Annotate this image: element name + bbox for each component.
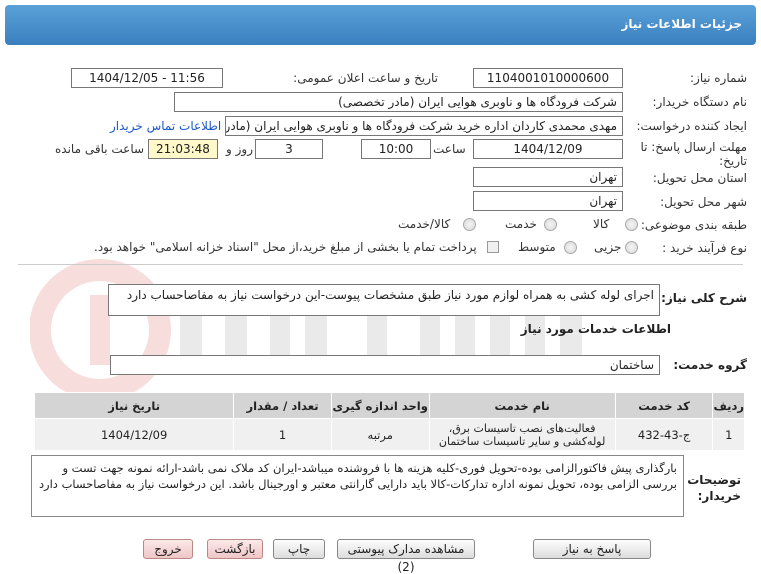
need-summary-label: شرح کلی نیاز: bbox=[661, 291, 747, 305]
category-radio-goods-service[interactable] bbox=[463, 218, 476, 231]
city-label: شهر محل تحویل: bbox=[660, 195, 747, 209]
category-radio-service[interactable] bbox=[544, 218, 557, 231]
column-header-unit: واحد اندازه گیری bbox=[330, 392, 430, 419]
category-option-goods-service: کالا/خدمت bbox=[398, 217, 451, 231]
category-radio-goods[interactable] bbox=[625, 218, 638, 231]
back-button[interactable]: بازگشت bbox=[207, 539, 263, 559]
category-label: طبقه بندی موضوعی: bbox=[640, 218, 747, 232]
process-type-label: نوع فرآیند خرید : bbox=[662, 241, 747, 255]
column-header-service-code: کد خدمت bbox=[614, 392, 714, 419]
aria-tender-watermark bbox=[30, 259, 582, 401]
creator-label: ایجاد کننده درخواست: bbox=[636, 119, 747, 133]
services-table: ردیف کد خدمت نام خدمت واحد اندازه گیری ت… bbox=[33, 392, 745, 451]
page-title: جزئیات اطلاعات نیاز bbox=[621, 17, 742, 31]
buyer-field: شرکت فرودگاه ها و ناوبری هوایی ایران (ما… bbox=[174, 92, 623, 112]
province-label: استان محل تحویل: bbox=[652, 171, 747, 185]
buyer-notes-label-2: خریدار: bbox=[697, 489, 741, 503]
cell-service-name: فعالیت‌های نصب تاسیسات برق، لوله‌کشی و س… bbox=[428, 418, 616, 451]
treasury-payment-checkbox[interactable] bbox=[487, 241, 499, 253]
column-header-service-name: نام خدمت bbox=[428, 392, 616, 419]
process-radio-minor[interactable] bbox=[625, 241, 638, 254]
service-group-label: گروه خدمت: bbox=[673, 358, 747, 372]
announce-date-field: 1404/12/05 - 11:56 bbox=[71, 68, 223, 88]
cell-need-date: 1404/12/09 bbox=[33, 418, 235, 451]
buyer-contact-link[interactable]: اطلاعات تماس خریدار bbox=[110, 119, 221, 133]
need-number-label: شماره نیاز: bbox=[690, 71, 747, 85]
cell-quantity: 1 bbox=[233, 418, 332, 451]
page-header: جزئیات اطلاعات نیاز bbox=[5, 5, 756, 45]
buyer-notes-label: توضیحات bbox=[687, 473, 741, 487]
remaining-time-field: 21:03:48 bbox=[148, 139, 218, 159]
deadline-date-label: تاریخ: bbox=[719, 154, 747, 168]
services-section-title: اطلاعات خدمات مورد نیاز bbox=[520, 322, 671, 336]
remaining-label: ساعت باقی مانده bbox=[55, 142, 145, 156]
announce-date-label: تاریخ و ساعت اعلان عمومی: bbox=[293, 71, 438, 85]
deadline-time-field: 10:00 bbox=[361, 139, 431, 159]
cell-unit: مرتبه bbox=[330, 418, 430, 451]
section-divider bbox=[18, 264, 743, 265]
province-field: تهران bbox=[473, 167, 623, 187]
process-radio-medium[interactable] bbox=[564, 241, 577, 254]
treasury-payment-note: پرداخت تمام یا بخشی از مبلغ خرید،از محل … bbox=[94, 240, 477, 254]
cell-service-code: ج-43-432 bbox=[614, 418, 714, 451]
exit-button[interactable]: خروج bbox=[143, 539, 193, 559]
column-header-need-date: تاریخ نیاز bbox=[33, 392, 235, 419]
buyer-notes-field: بارگذاری پیش فاکتورالزامی بوده-تحویل فور… bbox=[31, 455, 684, 517]
table-row: 1 ج-43-432 فعالیت‌های نصب تاسیسات برق، ل… bbox=[33, 418, 745, 451]
column-header-quantity: تعداد / مقدار bbox=[233, 392, 332, 419]
days-field: 3 bbox=[255, 139, 323, 159]
column-header-row-number: ردیف bbox=[712, 392, 745, 419]
table-header-row: ردیف کد خدمت نام خدمت واحد اندازه گیری ت… bbox=[33, 392, 745, 419]
cell-row-number: 1 bbox=[712, 418, 745, 451]
deadline-label: مهلت ارسال پاسخ: تا bbox=[640, 140, 747, 154]
buyer-label: نام دستگاه خریدار: bbox=[652, 95, 748, 109]
process-option-medium: متوسط bbox=[518, 240, 556, 254]
process-option-minor: جزیی bbox=[594, 240, 622, 254]
need-number-field: 1104001010000600 bbox=[473, 68, 623, 88]
creator-field: مهدی محمدی کاردان اداره خرید شرکت فرودگا… bbox=[225, 116, 623, 136]
category-option-goods: کالا bbox=[593, 217, 610, 231]
service-group-field: ساختمان bbox=[110, 355, 660, 375]
city-field: تهران bbox=[473, 191, 623, 211]
days-label: روز و bbox=[226, 142, 253, 156]
reply-button[interactable]: پاسخ به نیاز bbox=[533, 539, 651, 559]
time-label: ساعت bbox=[433, 142, 466, 156]
category-option-service: خدمت bbox=[505, 217, 537, 231]
need-summary-field: اجرای لوله کشی به همراه لوازم مورد نیاز … bbox=[108, 284, 660, 316]
print-button[interactable]: چاپ bbox=[273, 539, 325, 559]
view-attachments-button[interactable]: مشاهده مدارک پیوستی (2) bbox=[337, 539, 475, 574]
deadline-date-field: 1404/12/09 bbox=[473, 139, 623, 159]
